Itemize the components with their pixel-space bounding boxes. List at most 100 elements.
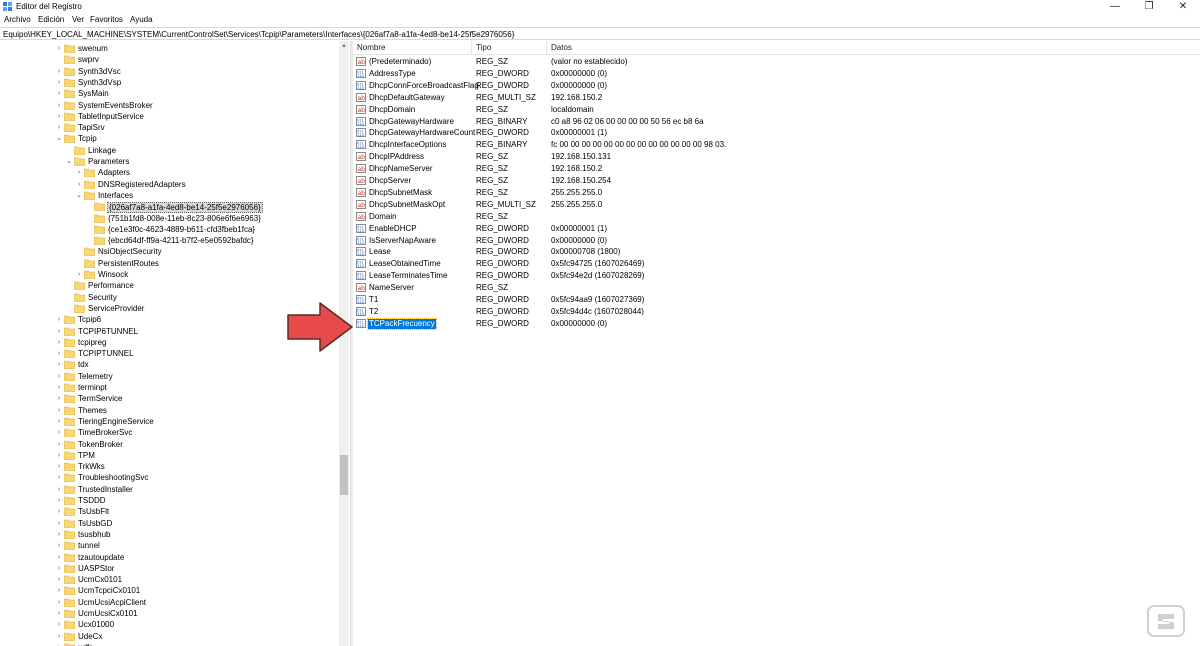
tree-item[interactable]: › TapiSrv xyxy=(0,122,338,133)
tree-item[interactable]: › tsusbhub xyxy=(0,529,338,540)
menu-ver[interactable]: Ver xyxy=(72,15,84,24)
column-header-name[interactable]: Nombre xyxy=(357,43,385,52)
value-row[interactable]: 011 110 EnableDHCP REG_DWORD 0x00000001 (1) xyxy=(353,223,1200,235)
tree-item[interactable]: Performance xyxy=(0,280,338,291)
address-path[interactable]: Equipo\HKEY_LOCAL_MACHINE\SYSTEM\Current… xyxy=(3,30,514,39)
value-row[interactable]: ab DhcpSubnetMaskOpt REG_MULTI_SZ 255.255.2… xyxy=(353,199,1200,211)
tree-item[interactable]: › tdx xyxy=(0,359,338,370)
tree-item[interactable]: {026af7a8-a1fa-4ed8-be14-25f5e2976056} xyxy=(0,201,338,214)
values-list[interactable]: Nombre Tipo Datos ab (Predeterminado) REG_… xyxy=(353,41,1200,646)
tree-item[interactable]: › Ucx01000 xyxy=(0,619,338,630)
menu-edicion[interactable]: Edición xyxy=(38,15,64,24)
tree-item[interactable]: › TroubleshootingSvc xyxy=(0,472,338,483)
expand-chevron-icon[interactable]: › xyxy=(55,473,63,482)
tree-item[interactable]: › terminpt xyxy=(0,382,338,393)
tree-item[interactable]: › DNSRegisteredAdapters xyxy=(0,179,338,190)
expand-chevron-icon[interactable]: › xyxy=(75,180,83,189)
expand-chevron-icon[interactable]: › xyxy=(55,383,63,392)
expand-chevron-icon[interactable]: › xyxy=(55,315,63,324)
tree-item[interactable]: › TSDDD xyxy=(0,495,338,506)
value-row[interactable]: ab Domain REG_SZ xyxy=(353,211,1200,223)
scroll-up-icon[interactable]: ▲ xyxy=(339,41,349,51)
tree-item[interactable]: › Synth3dVsp xyxy=(0,77,338,88)
expand-chevron-icon[interactable]: › xyxy=(55,553,63,562)
expand-chevron-icon[interactable]: › xyxy=(55,101,63,110)
tree-item[interactable]: › Adapters xyxy=(0,167,338,178)
tree-item[interactable]: › TabletInputService xyxy=(0,111,338,122)
expand-chevron-icon[interactable]: › xyxy=(55,338,63,347)
value-row[interactable]: 011 110 DhcpGatewayHardwareCount REG_DWORD 0… xyxy=(353,127,1200,139)
tree-item[interactable]: Linkage xyxy=(0,145,338,156)
tree-item[interactable]: › TermService xyxy=(0,393,338,404)
expand-chevron-icon[interactable]: › xyxy=(55,507,63,516)
restore-button[interactable]: ❐ xyxy=(1132,0,1166,14)
expand-chevron-icon[interactable]: › xyxy=(55,372,63,381)
expand-chevron-icon[interactable]: › xyxy=(55,575,63,584)
scrollbar-thumb[interactable] xyxy=(340,455,348,495)
value-row[interactable]: ab NameServer REG_SZ xyxy=(353,282,1200,294)
value-row[interactable]: 011 110 LeaseObtainedTime REG_DWORD 0x5fc947… xyxy=(353,258,1200,270)
column-divider[interactable] xyxy=(546,41,547,55)
value-row[interactable]: ab DhcpSubnetMask REG_SZ 255.255.255.0 xyxy=(353,187,1200,199)
expand-chevron-icon[interactable]: › xyxy=(55,78,63,87)
tree-item[interactable]: › TieringEngineService xyxy=(0,416,338,427)
expand-chevron-icon[interactable]: › xyxy=(55,485,63,494)
tree-item[interactable]: › TokenBroker xyxy=(0,439,338,450)
tree-item[interactable]: › Winsock xyxy=(0,269,338,280)
tree-item[interactable]: › swenum xyxy=(0,43,338,54)
tree-item[interactable]: › SysMain xyxy=(0,88,338,99)
expand-chevron-icon[interactable]: › xyxy=(55,327,63,336)
tree-item[interactable]: › TrkWks xyxy=(0,461,338,472)
expand-chevron-icon[interactable]: › xyxy=(55,541,63,550)
expand-chevron-icon[interactable]: › xyxy=(55,123,63,132)
expand-chevron-icon[interactable]: › xyxy=(55,67,63,76)
expand-chevron-icon[interactable]: › xyxy=(55,44,63,53)
tree-item[interactable]: › UcmUcsiCx0101 xyxy=(0,608,338,619)
tree-item[interactable]: ›udfs xyxy=(0,642,338,646)
tree-item[interactable]: › UASPStor xyxy=(0,563,338,574)
expand-chevron-icon[interactable]: › xyxy=(55,632,63,641)
column-header-type[interactable]: Tipo xyxy=(476,43,491,52)
minimize-button[interactable]: — xyxy=(1098,0,1132,14)
expand-chevron-icon[interactable]: › xyxy=(55,112,63,121)
value-row[interactable]: 011 110 IsServerNapAware REG_DWORD 0x0000000… xyxy=(353,235,1200,247)
column-header-data[interactable]: Datos xyxy=(551,43,572,52)
close-button[interactable]: ✕ xyxy=(1166,0,1200,14)
expand-chevron-icon[interactable]: › xyxy=(55,620,63,629)
value-row[interactable]: ab (Predeterminado) REG_SZ (valor no establ… xyxy=(353,56,1200,68)
value-row[interactable]: 011 110 TCPackFrecuency REG_DWORD 0x00000000… xyxy=(353,317,1200,330)
tree-item[interactable]: › TrustedInstaller xyxy=(0,484,338,495)
tree-item[interactable]: {ebcd64df-ff9a-4211-b7f2-e5e0592bafdc} xyxy=(0,235,338,246)
expand-chevron-icon[interactable]: › xyxy=(55,586,63,595)
tree-item[interactable]: › UcmCx0101 xyxy=(0,574,338,585)
tree-item[interactable]: ⌄ Tcpip xyxy=(0,133,338,144)
tree-item[interactable]: › UdeCx xyxy=(0,631,338,642)
expand-chevron-icon[interactable]: › xyxy=(55,530,63,539)
expand-chevron-icon[interactable]: › xyxy=(55,462,63,471)
expand-chevron-icon[interactable]: › xyxy=(55,564,63,573)
tree-item[interactable]: {ce1e3f0c-4623-4889-b611-cfd3fbeb1fca} xyxy=(0,224,338,235)
value-row[interactable]: ab DhcpDomain REG_SZ localdomain xyxy=(353,104,1200,116)
tree-item[interactable]: {751b1fd8-008e-11eb-8c23-806e6f6e6963} xyxy=(0,213,338,224)
expand-chevron-icon[interactable]: › xyxy=(55,496,63,505)
tree-item[interactable]: › TimeBrokerSvc xyxy=(0,427,338,438)
menu-archivo[interactable]: Archivo xyxy=(4,15,31,24)
tree-item[interactable]: › tunnel xyxy=(0,540,338,551)
tree-item[interactable]: swprv xyxy=(0,54,338,65)
tree-item[interactable]: › tzautoupdate xyxy=(0,552,338,563)
tree-item[interactable]: › SystemEventsBroker xyxy=(0,100,338,111)
collapse-chevron-icon[interactable]: ⌄ xyxy=(65,157,73,166)
tree-item[interactable]: › TsUsbGD xyxy=(0,518,338,529)
tree-item[interactable]: PersistentRoutes xyxy=(0,258,338,269)
value-row[interactable]: 011 110 LeaseTerminatesTime REG_DWORD 0x5fc9… xyxy=(353,270,1200,282)
value-row[interactable]: 011 110 T2 REG_DWORD 0x5fc94d4c (1607028044) xyxy=(353,306,1200,318)
value-row[interactable]: ab DhcpIPAddress REG_SZ 192.168.150.131 xyxy=(353,151,1200,163)
tree-item[interactable]: › Synth3dVsc xyxy=(0,66,338,77)
tree-item[interactable]: ⌄ Interfaces xyxy=(0,190,338,201)
value-row[interactable]: 011 110 T1 REG_DWORD 0x5fc94aa9 (1607027369) xyxy=(353,294,1200,306)
expand-chevron-icon[interactable]: › xyxy=(55,417,63,426)
expand-chevron-icon[interactable]: › xyxy=(55,519,63,528)
value-row[interactable]: 011 110 AddressType REG_DWORD 0x00000000 (0) xyxy=(353,68,1200,80)
expand-chevron-icon[interactable]: › xyxy=(55,360,63,369)
expand-chevron-icon[interactable]: › xyxy=(55,598,63,607)
